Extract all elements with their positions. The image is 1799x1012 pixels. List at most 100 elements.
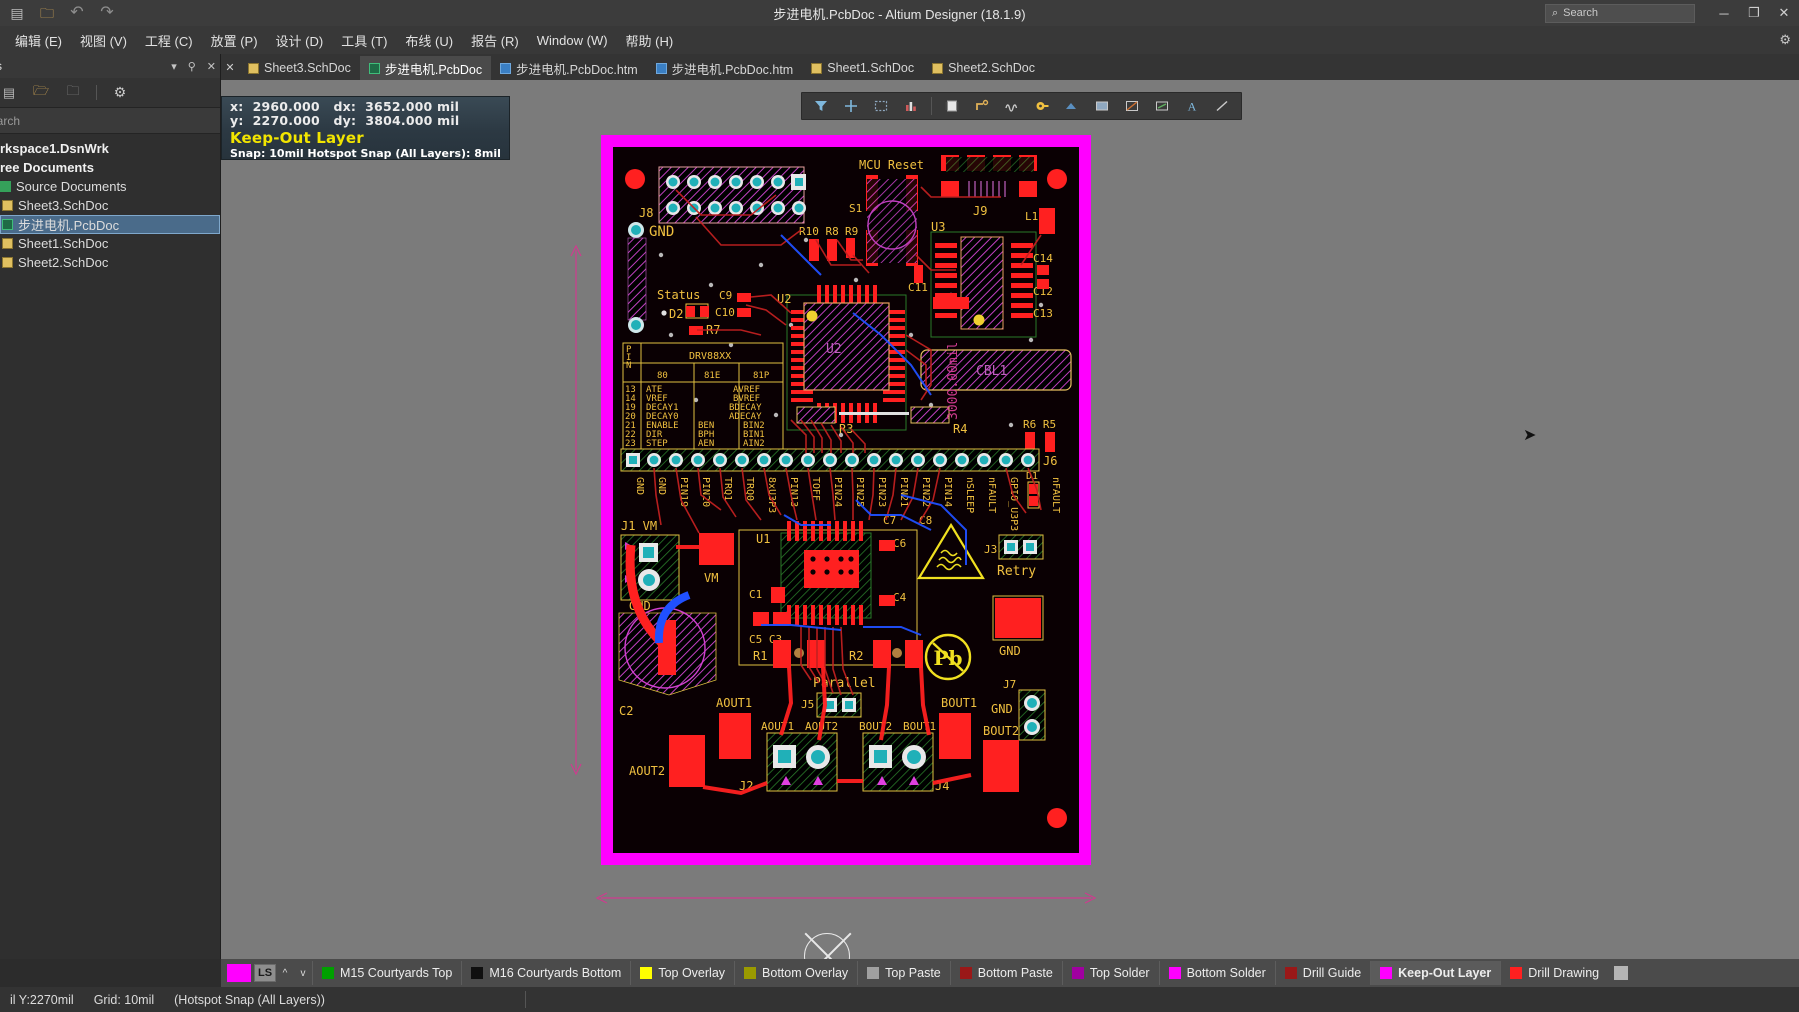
pcb-canvas[interactable]: x: 2960.000 dx: 3652.000 mil y: 2270.000…	[221, 80, 1799, 959]
place-line-icon[interactable]	[1209, 94, 1235, 118]
svg-text:C14: C14	[1033, 252, 1053, 265]
tab-close-icon[interactable]: ✕	[221, 54, 239, 80]
active-layer-swatch[interactable]	[227, 964, 251, 982]
redo-icon[interactable]: ↷	[98, 4, 116, 22]
filter-icon[interactable]	[808, 94, 834, 118]
tab-sheet1[interactable]: Sheet1.SchDoc	[802, 56, 923, 80]
pcb-board-svg[interactable]: J8 GND MCU Reset S1 R9 R10 R8 J9 L1 U3 C…	[601, 135, 1091, 865]
chevron-down-icon[interactable]: ▾	[171, 60, 177, 73]
open-project-icon[interactable]: 🗁	[32, 83, 50, 102]
menu-help[interactable]: 帮助 (H)	[617, 27, 683, 54]
svg-text:PIN23: PIN23	[876, 477, 887, 507]
place-via-icon[interactable]	[1059, 94, 1085, 118]
open-folder-icon[interactable]: 🗀	[38, 4, 56, 22]
schematic-icon	[248, 62, 259, 74]
save-project-icon[interactable]: 🗀	[64, 83, 82, 102]
pcb-board[interactable]: J8 GND MCU Reset S1 R9 R10 R8 J9 L1 U3 C…	[601, 135, 1091, 870]
layer-tab-drill-guide[interactable]: Drill Guide	[1274, 961, 1370, 985]
close-button[interactable]: ✕	[1769, 0, 1799, 26]
tab-pcbdoc[interactable]: 步进电机.PcbDoc	[359, 56, 492, 80]
svg-text:AOUT2: AOUT2	[629, 764, 665, 778]
place-dimension-icon[interactable]	[1149, 94, 1175, 118]
layer-tab-m15-courtyards-top[interactable]: M15 Courtyards Top	[312, 961, 461, 985]
menu-reports[interactable]: 报告 (R)	[462, 27, 528, 54]
layer-label: M15 Courtyards Top	[340, 966, 453, 980]
place-arc-icon[interactable]	[999, 94, 1025, 118]
tree-item-sheet3[interactable]: Sheet3.SchDoc	[0, 196, 220, 215]
layer-bar-overflow-swatch[interactable]	[1614, 966, 1629, 980]
menu-window[interactable]: Window (W)	[528, 29, 617, 52]
layer-color-swatch	[1168, 967, 1181, 979]
layer-label: Top Overlay	[658, 966, 726, 980]
layer-tab-top-solder[interactable]: Top Solder	[1061, 961, 1159, 985]
coordinate-overlay: x: 2960.000 dx: 3652.000 mil y: 2270.000…	[221, 96, 510, 160]
svg-text:MCU Reset: MCU Reset	[859, 158, 924, 172]
svg-text:R4: R4	[953, 422, 967, 436]
schematic-icon	[2, 200, 13, 211]
status-snap-mode: (Hotspot Snap (All Layers))	[174, 992, 325, 1007]
restore-button[interactable]: ❐	[1739, 0, 1769, 26]
svg-text:80: 80	[657, 371, 668, 381]
layer-scroll-down-icon[interactable]: v	[294, 963, 312, 983]
menu-design[interactable]: 设计 (D)	[267, 27, 333, 54]
svg-text:Retry: Retry	[997, 564, 1036, 579]
layer-scroll-up-icon[interactable]: ^	[276, 963, 294, 983]
tree-item-workspace[interactable]: rkspace1.DsnWrk	[0, 139, 220, 158]
layer-tab-top-overlay[interactable]: Top Overlay	[630, 961, 734, 985]
layer-tab-drill-drawing[interactable]: Drill Drawing	[1500, 961, 1608, 985]
new-document-icon[interactable]: ▤	[0, 84, 18, 102]
window-title: 步进电机.PcbDoc - Altium Designer (18.1.9)	[773, 6, 1026, 22]
layer-tab-bottom-overlay[interactable]: Bottom Overlay	[734, 961, 857, 985]
svg-text:C4: C4	[893, 591, 907, 604]
close-icon[interactable]: ✕	[207, 60, 216, 73]
svg-text:GND: GND	[656, 477, 667, 495]
layer-tab-keep-out-layer[interactable]: Keep-Out Layer	[1370, 961, 1501, 985]
tab-pcbdoc-htm-2[interactable]: 步进电机.PcbDoc.htm	[647, 56, 803, 80]
tree-item-label: Source Documents	[16, 179, 127, 194]
layer-tab-top-paste[interactable]: Top Paste	[857, 961, 950, 985]
menu-project[interactable]: 工程 (C)	[136, 27, 202, 54]
place-track-icon[interactable]	[969, 94, 995, 118]
place-pad-icon[interactable]	[1029, 94, 1055, 118]
place-component-icon[interactable]	[939, 94, 965, 118]
snap-settings-label: Snap: 10mil Hotspot Snap (All Layers): 8…	[230, 147, 501, 160]
panel-search-input[interactable]: earch	[0, 108, 220, 134]
save-icon[interactable]: ▤	[8, 4, 26, 22]
layer-tab-m16-courtyards-bottom[interactable]: M16 Courtyards Bottom	[461, 961, 630, 985]
menu-view[interactable]: 视图 (V)	[71, 27, 136, 54]
minimize-button[interactable]: ─	[1709, 0, 1739, 26]
place-string-icon[interactable]: A	[1179, 94, 1205, 118]
layer-tab-bottom-paste[interactable]: Bottom Paste	[949, 961, 1062, 985]
tab-pcbdoc-htm-1[interactable]: 步进电机.PcbDoc.htm	[491, 56, 647, 80]
tab-sheet2[interactable]: Sheet2.SchDoc	[923, 56, 1044, 80]
bar-chart-icon[interactable]	[898, 94, 924, 118]
menu-place[interactable]: 放置 (P)	[202, 27, 267, 54]
svg-text:J7: J7	[1003, 678, 1016, 691]
place-polygon-icon[interactable]	[1119, 94, 1145, 118]
svg-text:VM: VM	[704, 571, 718, 585]
layer-color-swatch	[867, 967, 880, 979]
tree-item-sheet2[interactable]: Sheet2.SchDoc	[0, 253, 220, 272]
crosshair-place-icon[interactable]	[838, 94, 864, 118]
tree-item-pcbdoc[interactable]: 步进电机.PcbDoc	[0, 215, 220, 234]
menu-edit[interactable]: 编辑 (E)	[6, 27, 71, 54]
layer-sets-button[interactable]: LS	[254, 964, 276, 982]
svg-text:N: N	[626, 361, 631, 371]
tree-item-sheet1[interactable]: Sheet1.SchDoc	[0, 234, 220, 253]
svg-text:81E: 81E	[704, 371, 720, 381]
menu-tools[interactable]: 工具 (T)	[332, 27, 396, 54]
select-area-icon[interactable]	[868, 94, 894, 118]
global-search-box[interactable]: ⌕ Search	[1545, 3, 1695, 23]
pin-icon[interactable]: ⚲	[188, 60, 196, 73]
place-fill-icon[interactable]	[1089, 94, 1115, 118]
menu-route[interactable]: 布线 (U)	[396, 27, 462, 54]
panel-settings-gear-icon[interactable]: ⚙	[111, 84, 129, 102]
tab-sheet3[interactable]: Sheet3.SchDoc	[239, 56, 360, 80]
layer-color-swatch	[744, 967, 757, 979]
undo-icon[interactable]: ↶	[68, 4, 86, 22]
coord-y-line: y: 2270.000 dy: 3804.000 mil	[230, 113, 460, 129]
layer-tab-bottom-solder[interactable]: Bottom Solder	[1158, 961, 1275, 985]
tree-item-source-documents[interactable]: Source Documents	[0, 177, 220, 196]
gear-icon[interactable]: ⚙	[1779, 32, 1791, 48]
tree-item-free-documents[interactable]: ree Documents	[0, 158, 220, 177]
